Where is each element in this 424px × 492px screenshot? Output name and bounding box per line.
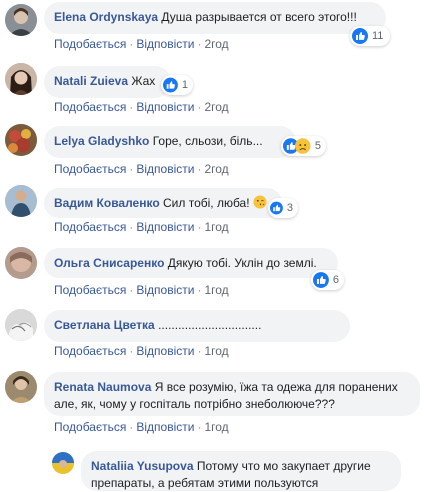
comment-bubble: Natali Zuieva Жах bbox=[44, 66, 171, 98]
comment-time[interactable]: 1год bbox=[204, 420, 228, 434]
reaction-summary[interactable]: 5 bbox=[281, 136, 326, 156]
like-link[interactable]: Подобається bbox=[54, 220, 126, 234]
reply-link[interactable]: Відповісти bbox=[136, 37, 194, 51]
reply-link[interactable]: Відповісти bbox=[136, 420, 194, 434]
comment-author[interactable]: Renata Naumova bbox=[54, 380, 151, 394]
comment-bubble: Lelya Gladyshko Горе, сльози, біль... bbox=[44, 126, 296, 158]
comment-actions: Подобається · Відповісти · 2год bbox=[54, 162, 229, 176]
reaction-summary[interactable]: 3 bbox=[268, 198, 298, 218]
comment-bubble: Светлана Цветка ........................… bbox=[44, 310, 350, 342]
like-icon bbox=[352, 28, 368, 44]
avatar[interactable] bbox=[5, 309, 37, 341]
comment-text: Душа разрывается от всего этого!!! bbox=[161, 10, 357, 24]
wink-kiss-emoji bbox=[253, 195, 267, 209]
comment-author[interactable]: Nataliia Yusupova bbox=[91, 459, 194, 473]
separator-dot: · bbox=[129, 283, 134, 297]
comment-author[interactable]: Светлана Цветка bbox=[54, 318, 155, 332]
separator-dot: · bbox=[129, 420, 134, 434]
avatar[interactable] bbox=[5, 247, 37, 279]
comment-author[interactable]: Natali Zuieva bbox=[54, 74, 128, 88]
comment-bubble: Renata Naumova Я все розумію, їжа та оде… bbox=[44, 372, 420, 416]
like-link[interactable]: Подобається bbox=[54, 283, 126, 297]
like-link[interactable]: Подобається bbox=[54, 344, 126, 358]
comment-text: Дякую тобі. Уклін до землі. bbox=[167, 256, 317, 270]
separator-dot: · bbox=[129, 162, 134, 176]
avatar[interactable] bbox=[5, 63, 37, 95]
separator-dot: · bbox=[129, 37, 134, 51]
avatar[interactable] bbox=[5, 371, 37, 403]
reaction-summary[interactable]: 11 bbox=[350, 26, 390, 46]
reply-link[interactable]: Відповісти bbox=[136, 220, 194, 234]
separator-dot: · bbox=[197, 220, 202, 234]
comment-bubble: Elena Ordynskaya Душа разрывается от все… bbox=[44, 2, 386, 34]
reaction-count: 6 bbox=[332, 274, 339, 286]
comment-time[interactable]: 1год bbox=[204, 220, 228, 234]
separator-dot: · bbox=[197, 37, 202, 51]
reaction-count: 11 bbox=[372, 30, 384, 42]
comment-bubble: Ольга Снисаренко Дякую тобі. Уклін до зе… bbox=[44, 248, 338, 278]
separator-dot: · bbox=[129, 100, 134, 114]
like-icon bbox=[270, 201, 283, 215]
comment-actions: Подобається · Відповісти · 2год bbox=[54, 100, 229, 114]
separator-dot: · bbox=[197, 283, 202, 297]
separator-dot: · bbox=[197, 344, 202, 358]
like-link[interactable]: Подобається bbox=[54, 420, 126, 434]
reply-link[interactable]: Відповісти bbox=[136, 283, 194, 297]
comment-time[interactable]: 2год bbox=[204, 37, 228, 51]
comment-actions: Подобається · Відповісти · 1год bbox=[54, 344, 229, 358]
sad-icon bbox=[295, 138, 311, 154]
comment-time[interactable]: 1год bbox=[204, 344, 228, 358]
separator-dot: · bbox=[129, 220, 134, 234]
comment-actions: Подобається · Відповісти · 1год bbox=[54, 283, 229, 297]
separator-dot: · bbox=[197, 100, 202, 114]
comment-text: але, як, чому у госпіталь потрібно знебо… bbox=[54, 397, 335, 411]
separator-dot: · bbox=[129, 344, 134, 358]
comment-text: ............................... bbox=[158, 318, 262, 332]
comment-time[interactable]: 1год bbox=[204, 283, 228, 297]
comment-actions: Подобається · Відповісти · 1год bbox=[54, 420, 229, 434]
avatar[interactable] bbox=[5, 124, 37, 156]
like-link[interactable]: Подобається bbox=[54, 100, 126, 114]
reaction-count: 1 bbox=[181, 79, 188, 91]
comment-author[interactable]: Ольга Снисаренко bbox=[54, 256, 164, 270]
separator-dot: · bbox=[197, 420, 202, 434]
comment-bubble: Вадим Коваленко Сил тобі, люба! bbox=[44, 188, 282, 218]
separator-dot: · bbox=[197, 162, 202, 176]
reply-link[interactable]: Відповісти bbox=[136, 162, 194, 176]
comment-author[interactable]: Вадим Коваленко bbox=[54, 196, 160, 210]
reaction-count: 3 bbox=[286, 202, 293, 214]
comment-bubble: Nataliia Yusupova Потому что мо закупает… bbox=[81, 451, 401, 491]
reply-link[interactable]: Відповісти bbox=[136, 100, 194, 114]
comment-time[interactable]: 2год bbox=[204, 100, 228, 114]
reaction-count: 5 bbox=[314, 140, 321, 152]
comment-actions: Подобається · Відповісти · 2год bbox=[54, 37, 229, 51]
reaction-summary[interactable]: 1 bbox=[161, 75, 193, 95]
avatar[interactable] bbox=[5, 185, 37, 217]
comment-text: Горе, сльози, біль... bbox=[152, 134, 263, 148]
avatar[interactable] bbox=[5, 4, 37, 36]
comment-author[interactable]: Elena Ordynskaya bbox=[54, 10, 158, 24]
comment-text: Жах bbox=[131, 74, 156, 88]
reply-link[interactable]: Відповісти bbox=[136, 344, 194, 358]
comment-actions: Подобається · Відповісти · 1год bbox=[54, 220, 229, 234]
comment-text: Потому что мо закупает другие bbox=[196, 459, 371, 473]
like-icon bbox=[163, 77, 178, 93]
like-link[interactable]: Подобається bbox=[54, 162, 126, 176]
comment-text: Сил тобі, люба! bbox=[163, 196, 250, 210]
like-link[interactable]: Подобається bbox=[54, 37, 126, 51]
comment-time[interactable]: 2год bbox=[204, 162, 228, 176]
comment-author[interactable]: Lelya Gladyshko bbox=[54, 134, 149, 148]
reaction-summary[interactable]: 6 bbox=[311, 270, 344, 290]
avatar[interactable] bbox=[52, 452, 74, 474]
comment-text: Я все розумію, їжа та одежа для поранени… bbox=[154, 380, 398, 394]
like-icon bbox=[313, 272, 329, 288]
